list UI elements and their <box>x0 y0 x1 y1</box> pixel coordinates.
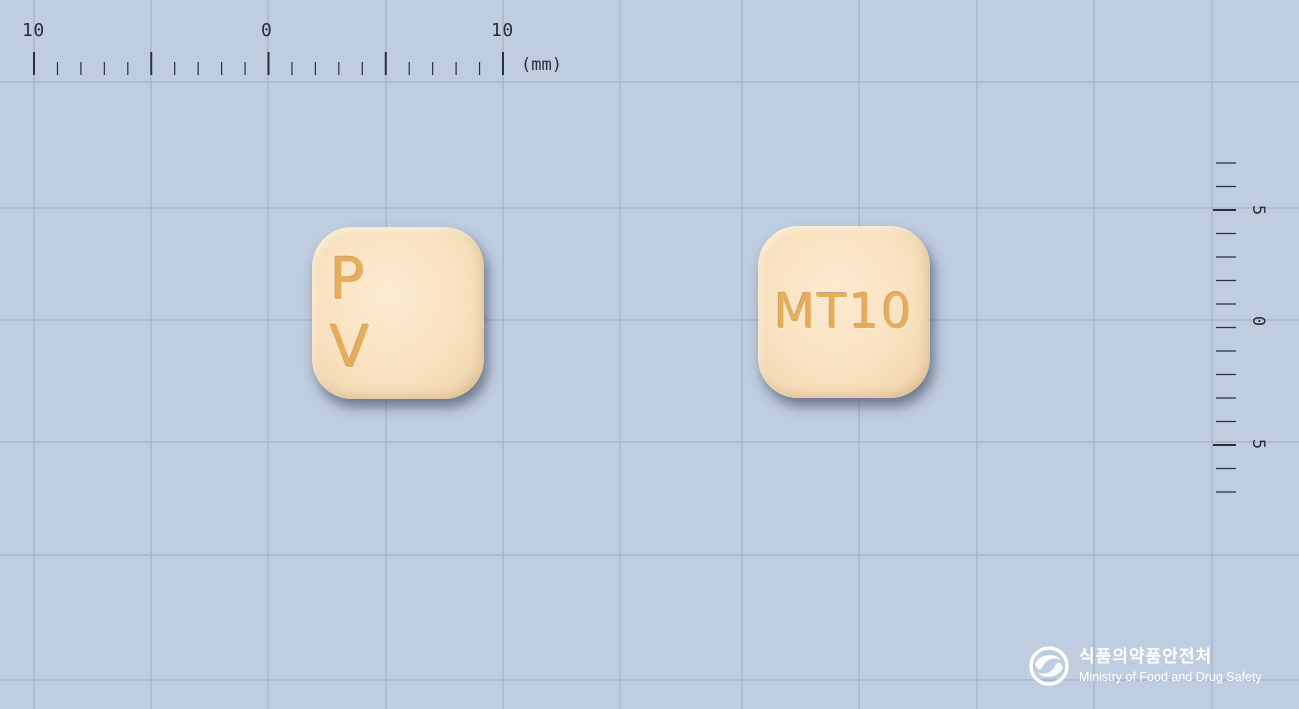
tablet-front-imprint: P V <box>330 245 392 381</box>
logo-text: 식품의약품안전처 Ministry of Food and Drug Safet… <box>1079 647 1262 685</box>
top-ruler-label-center: 0 <box>261 20 273 41</box>
right-ruler-label-center: 0 <box>1248 315 1268 327</box>
logo-korean-name: 식품의약품안전처 <box>1079 647 1213 667</box>
grid-background <box>0 0 1299 709</box>
tablet-front: P V <box>312 227 484 399</box>
taegeuk-swirl-icon <box>1029 646 1069 686</box>
top-ruler-unit-label: (mm) <box>521 55 562 75</box>
top-ruler-label-right: 10 <box>491 20 514 41</box>
top-ruler <box>33 52 504 75</box>
grid-lines <box>0 0 1299 709</box>
tablet-back-imprint: MT10 <box>774 284 914 340</box>
right-ruler-label-top: 5 <box>1248 204 1268 216</box>
top-ruler-label-left: 10 <box>22 20 45 41</box>
logo-english-name: Ministry of Food and Drug Safety <box>1079 670 1262 684</box>
mfds-logo: 식품의약품안전처 Ministry of Food and Drug Safet… <box>1029 646 1262 686</box>
tablet-back: MT10 <box>758 226 930 398</box>
right-ruler-label-bottom: 5 <box>1248 438 1268 450</box>
